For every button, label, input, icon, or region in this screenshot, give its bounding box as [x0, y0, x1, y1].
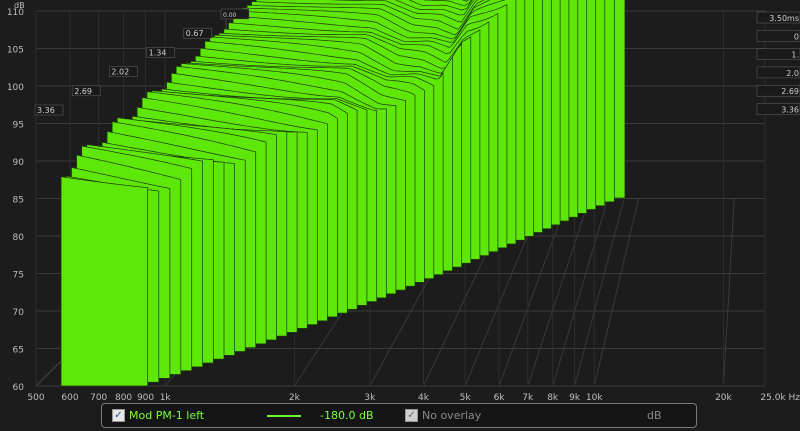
y-tick-label: 60 — [13, 383, 25, 393]
y-tick-label: 95 — [13, 121, 24, 131]
gridline-v — [722, 197, 735, 387]
series-label: Mod PM-1 left — [129, 409, 205, 422]
series-value: -180.0 dB — [320, 409, 374, 422]
y-tick-label: 75 — [13, 271, 24, 281]
x-tick-label: 25.0k Hz — [760, 393, 800, 400]
series-line-swatch — [267, 415, 301, 417]
x-tick-label: 10k — [586, 393, 603, 400]
x-tick-label: 600 — [61, 393, 78, 400]
x-tick-label: 9k — [569, 393, 581, 400]
x-tick-label: 1k — [160, 393, 172, 400]
x-tick-label: 20k — [715, 393, 732, 400]
y-tick-label: 70 — [13, 308, 25, 318]
series-checkbox[interactable]: ✓ — [112, 409, 125, 422]
x-tick-label: 2k — [289, 393, 301, 400]
x-tick-label: 6k — [494, 393, 506, 400]
x-tick-label: 5k — [460, 393, 472, 400]
x-tick-label: 4k — [418, 393, 430, 400]
x-tick-label: 8k — [547, 393, 559, 400]
time-tick-label-right: 0 — [794, 32, 799, 41]
y-axis-unit: dB — [14, 1, 25, 10]
y-tick-label: 80 — [13, 233, 25, 243]
time-tick-label-right: 3.36 — [781, 106, 799, 115]
y-tick-label: 90 — [13, 158, 25, 168]
legend-bar: ✓ Mod PM-1 left -180.0 dB ✓ No overlay d… — [101, 403, 697, 428]
x-tick-label: 700 — [90, 393, 107, 400]
x-tick-label: 500 — [27, 393, 44, 400]
x-tick-label: 7k — [522, 393, 534, 400]
time-tick-label: 3.36 — [37, 106, 55, 115]
time-tick-label-right: 2.0 — [786, 69, 799, 78]
time-tick-label-right: 3.50ms — [769, 14, 799, 23]
x-tick-label: 800 — [115, 393, 132, 400]
waterfall-slice — [60, 176, 149, 387]
y-tick-label: 65 — [13, 346, 24, 356]
time-tick-label-right: 1. — [791, 51, 799, 60]
time-tick-label: 2.02 — [111, 68, 129, 77]
time-tick-label: 0.67 — [186, 29, 204, 38]
time-tick-label: 1.34 — [149, 48, 167, 57]
y-tick-label: 105 — [7, 46, 24, 56]
y-tick-label: 100 — [7, 83, 24, 93]
waterfall-plot: 6065707580859095100105110dB500 600 700 800 9… — [7, 0, 800, 400]
overlay-checkbox[interactable]: ✓ — [405, 409, 418, 422]
x-tick-label: 900 — [137, 393, 154, 400]
overlay-label: No overlay — [422, 409, 482, 422]
time-tick-label: 2.69 — [74, 87, 92, 96]
y-tick-label: 85 — [13, 196, 24, 206]
time-tick-label: 0.00 — [223, 12, 237, 19]
unit-label: dB — [647, 409, 662, 422]
x-tick-label: 3k — [364, 393, 376, 400]
time-tick-label-right: 2.69 — [781, 87, 799, 96]
